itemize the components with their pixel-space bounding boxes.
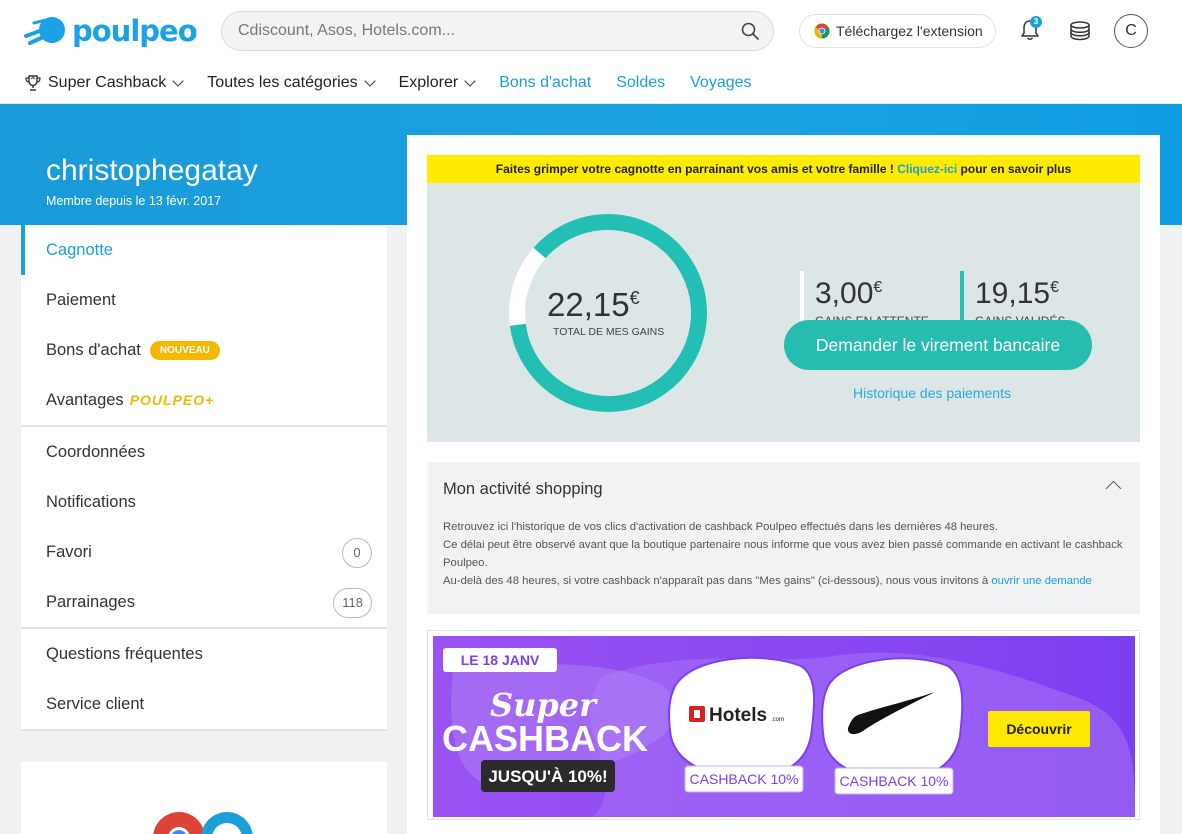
notifications-button[interactable]: 3: [1019, 16, 1042, 46]
sidebar-item-notifications[interactable]: Notifications: [21, 477, 387, 527]
top-header: poulpeo Téléchargez l'extension 3: [0, 0, 1182, 104]
super-cashback-banner[interactable]: LE 18 JANV Super CASHBACK JUSQU'À 10%! H…: [427, 630, 1140, 820]
sidebar-group-money: Cagnotte Paiement Bons d'achat NOUVEAU A…: [21, 225, 387, 427]
sidebar-item-label: Bons d'achat: [46, 340, 141, 359]
chevron-up-icon[interactable]: [1105, 480, 1122, 497]
activity-line: Retrouvez ici l'historique de vos clics …: [443, 521, 998, 533]
account-sidebar: Cagnotte Paiement Bons d'achat NOUVEAU A…: [21, 225, 387, 731]
sidebar-item-label: Avantages: [46, 390, 124, 409]
sidebar-group-help: Questions fréquentes Service client: [21, 629, 387, 731]
sidebar-item-coordonnees[interactable]: Coordonnées: [21, 427, 387, 477]
discover-button-label: Découvrir: [1006, 721, 1072, 737]
nav-voyages[interactable]: Voyages: [690, 74, 751, 92]
activity-line: Au-delà des 48 heures, si votre cashback…: [443, 575, 992, 587]
search-bar: [221, 11, 774, 51]
activity-title: Mon activité shopping: [443, 480, 603, 498]
activity-line: Ce délai peut être observé avant que la …: [443, 539, 1123, 569]
trophy-icon: [25, 75, 41, 91]
coins-button[interactable]: [1068, 20, 1092, 47]
super-cashback-banner-art: LE 18 JANV Super CASHBACK JUSQU'À 10%! H…: [433, 636, 1135, 817]
chevron-down-icon: [363, 75, 376, 87]
chevron-down-icon: [464, 75, 476, 87]
coins-icon: [1070, 21, 1090, 41]
total-gains-label: TOTAL DE MES GAINS: [553, 326, 665, 338]
chevron-down-icon: [172, 75, 184, 87]
total-gains-amount: 22,15: [547, 286, 630, 323]
new-badge: NOUVEAU: [149, 340, 220, 360]
nav-super-cashback[interactable]: Super Cashback: [24, 74, 184, 92]
sidebar-item-paiement[interactable]: Paiement: [21, 275, 387, 325]
total-gains-value: 22,15€: [547, 286, 640, 324]
banner-cashback: CASHBACK: [442, 718, 648, 759]
sidebar-item-label: Coordonnées: [46, 442, 146, 461]
sidebar-item-faq[interactable]: Questions fréquentes: [21, 629, 387, 679]
nav-categories[interactable]: Toutes les catégories: [207, 74, 376, 92]
sidebar-item-label: Paiement: [46, 290, 116, 309]
banner-upto: JUSQU'À 10%!: [488, 767, 607, 786]
hotels-cashback-label: CASHBACK 10%: [690, 771, 799, 787]
nav-super-cashback-label: Super Cashback: [48, 74, 167, 91]
member-since: Membre depuis le 13 févr. 2017: [46, 194, 222, 208]
sidebar-item-service-client[interactable]: Service client: [21, 679, 387, 729]
referral-promo-bar: Faites grimper votre cagnotte en parrain…: [427, 155, 1140, 183]
sidebar-item-label: Parrainages: [46, 592, 135, 611]
browser-logos-icon: [153, 812, 253, 834]
parrainages-count: 118: [333, 588, 372, 618]
poulpeo-plus-logo: POULPEO+: [129, 392, 215, 408]
activity-line-with-link: Au-delà des 48 heures, si votre cashback…: [443, 572, 1128, 590]
nav-categories-label: Toutes les catégories: [207, 74, 358, 91]
poulpeo-logo[interactable]: poulpeo: [24, 14, 198, 48]
promo-text-end: pour en savoir plus: [957, 162, 1072, 176]
pending-gains: 3,00€ GAINS EN ATTENTE: [800, 271, 929, 328]
nav-soldes[interactable]: Soldes: [616, 74, 665, 92]
favori-count: 0: [342, 538, 372, 568]
sidebar-item-label: Favori: [46, 542, 92, 561]
activity-description: Retrouvez ici l'historique de vos clics …: [443, 518, 1128, 590]
promo-text: Faites grimper votre cagnotte en parrain…: [495, 162, 898, 176]
pending-gains-currency: €: [873, 279, 883, 296]
extension-label: Téléchargez l'extension: [836, 23, 983, 39]
poulpeo-logo-icon: [24, 17, 65, 45]
validated-gains: 19,15€ GAINS VALIDÉS: [960, 271, 1065, 328]
sidebar-item-label: Cagnotte: [46, 240, 113, 259]
banner-date: LE 18 JANV: [461, 652, 540, 668]
search-icon[interactable]: [741, 22, 759, 40]
payment-history-link[interactable]: Historique des paiements: [853, 385, 1011, 401]
sidebar-item-favori[interactable]: Favori 0: [21, 527, 387, 577]
nav-explorer-label: Explorer: [398, 74, 459, 91]
logo-text: poulpeo: [72, 14, 198, 48]
chrome-icon: [814, 23, 830, 39]
gains-panel: 22,15€ TOTAL DE MES GAINS 3,00€ GAINS EN…: [427, 183, 1140, 442]
sidebar-item-label: Notifications: [46, 492, 136, 511]
hotels-logo-suffix: .com: [771, 717, 784, 723]
search-input[interactable]: [222, 12, 702, 50]
validated-gains-amount: 19,15: [975, 277, 1051, 310]
nike-cashback-label: CASHBACK 10%: [840, 773, 949, 789]
pending-gains-amount: 3,00: [815, 277, 874, 310]
validated-gains-currency: €: [1050, 279, 1059, 296]
notification-count-badge: 3: [1030, 16, 1042, 28]
nav-explorer[interactable]: Explorer: [398, 74, 476, 92]
promo-link[interactable]: Cliquez-ici: [897, 162, 957, 176]
sidebar-item-bons-achat[interactable]: Bons d'achat NOUVEAU: [21, 325, 387, 375]
hotels-logo-text: Hotels: [709, 705, 767, 726]
profile-username: christophegatay: [46, 154, 258, 187]
open-request-link[interactable]: ouvrir une demande: [991, 575, 1091, 587]
sidebar-item-label: Service client: [46, 694, 145, 713]
nav-bons-achat[interactable]: Bons d'achat: [499, 74, 591, 92]
total-gains-currency: €: [629, 288, 640, 308]
sidebar-group-account: Coordonnées Notifications Favori 0 Parra…: [21, 427, 387, 629]
sidebar-item-avantages[interactable]: Avantages POULPEO+: [21, 375, 387, 425]
request-transfer-button[interactable]: Demander le virement bancaire: [784, 320, 1092, 370]
download-extension-button[interactable]: Téléchargez l'extension: [799, 14, 996, 48]
extension-promo-card: [21, 762, 387, 834]
sidebar-item-parrainages[interactable]: Parrainages 118: [21, 577, 387, 627]
main-nav: Super Cashback Toutes les catégories Exp…: [24, 72, 777, 94]
sidebar-item-cagnotte[interactable]: Cagnotte: [21, 225, 387, 275]
sidebar-item-label: Questions fréquentes: [46, 644, 203, 663]
user-avatar[interactable]: C: [1114, 14, 1148, 48]
main-panel: Faites grimper votre cagnotte en parrain…: [407, 135, 1160, 834]
shopping-activity-panel: Mon activité shopping Retrouvez ici l'hi…: [427, 462, 1140, 614]
